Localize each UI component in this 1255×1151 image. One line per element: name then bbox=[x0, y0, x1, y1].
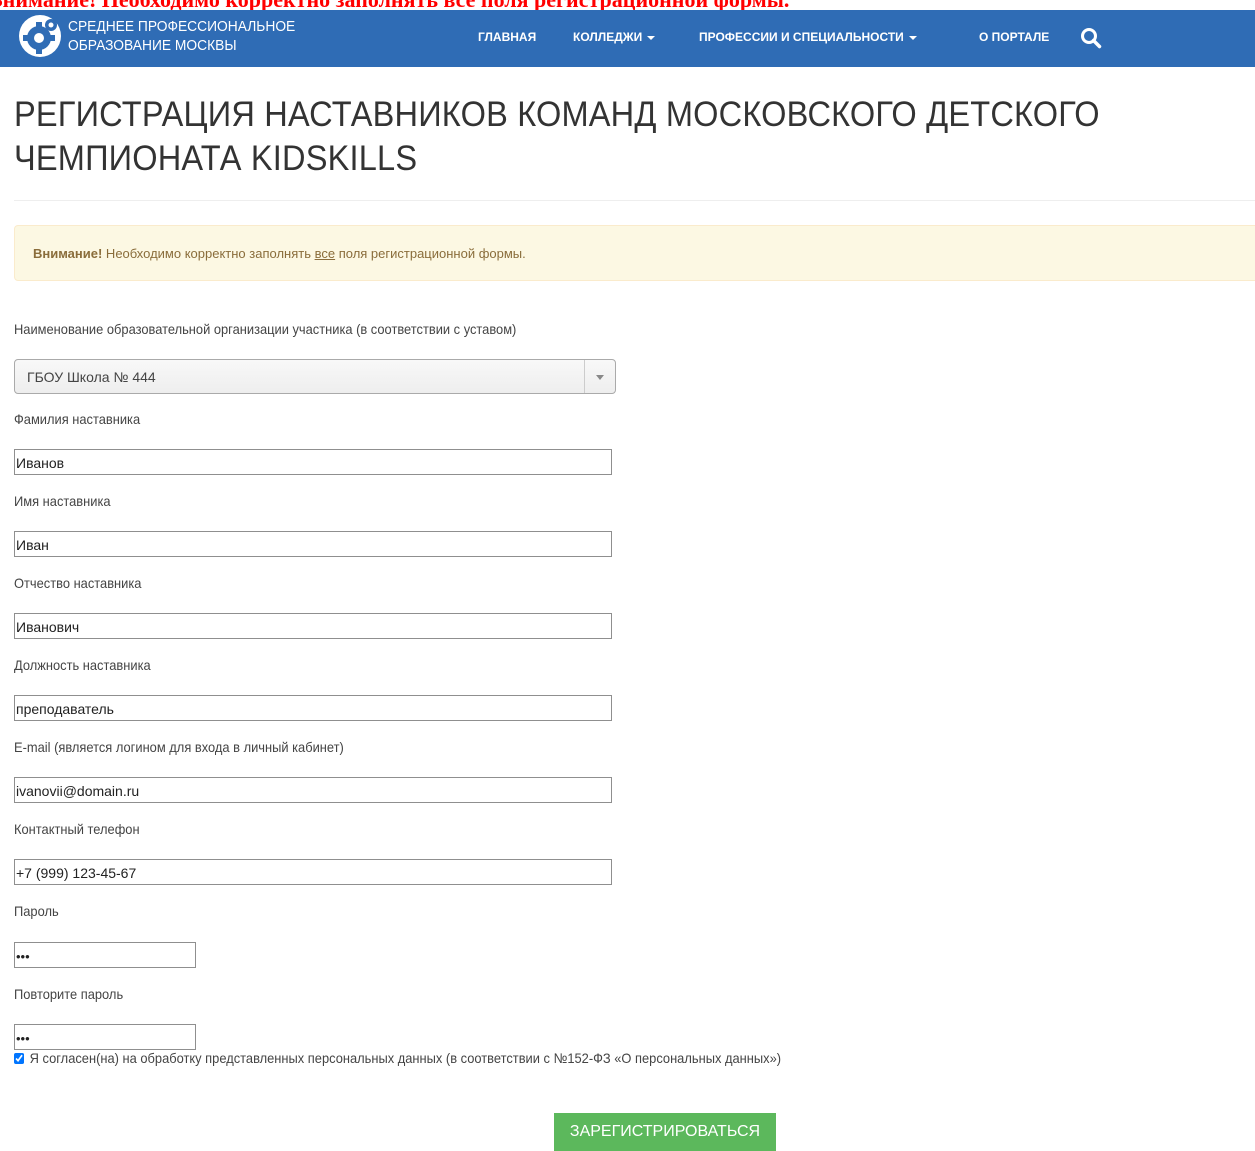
first-name-field[interactable] bbox=[14, 531, 612, 557]
register-button[interactable]: ЗАРЕГИСТРИРОВАТЬСЯ bbox=[554, 1113, 776, 1151]
search-icon[interactable] bbox=[1080, 27, 1102, 49]
nav-item-professions-label: ПРОФЕССИИ И СПЕЦИАЛЬНОСТИ bbox=[699, 30, 904, 44]
organization-label: Наименование образовательной организации… bbox=[14, 321, 517, 337]
nav-item-home-label: ГЛАВНАЯ bbox=[478, 30, 537, 44]
password-repeat-field[interactable] bbox=[14, 1024, 196, 1050]
alert-strong: Внимание! bbox=[33, 246, 103, 261]
chevron-down-icon bbox=[647, 35, 656, 40]
password-repeat-label: Повторите пароль bbox=[14, 986, 124, 1002]
password-field[interactable] bbox=[14, 942, 196, 968]
phone-label: Контактный телефон bbox=[14, 821, 140, 837]
nav-item-about-label: О ПОРТАЛЕ bbox=[979, 30, 1050, 44]
first-name-label: Имя наставника bbox=[14, 493, 111, 509]
brand-title: СРЕДНЕЕ ПРОФЕССИОНАЛЬНОЕ ОБРАЗОВАНИЕ МОС… bbox=[68, 17, 295, 55]
email-field[interactable] bbox=[14, 777, 612, 803]
nav-item-professions[interactable]: ПРОФЕССИИ И СПЕЦИАЛЬНОСТИ bbox=[699, 30, 917, 44]
nav-item-colleges[interactable]: КОЛЛЕДЖИ bbox=[573, 30, 656, 44]
position-label: Должность наставника bbox=[14, 657, 151, 673]
alert-text-before: Необходимо корректно заполнять bbox=[102, 246, 315, 261]
alert-underlined: все bbox=[314, 246, 336, 261]
alert-text-after: поля регистрационной формы. bbox=[335, 246, 526, 261]
organization-select[interactable]: ГБОУ Школа № 444 bbox=[14, 359, 616, 394]
organization-select-value: ГБОУ Школа № 444 bbox=[27, 369, 156, 385]
nav-item-colleges-label: КОЛЛЕДЖИ bbox=[573, 30, 643, 44]
chevron-down-icon[interactable] bbox=[584, 360, 615, 393]
brand-line-1: СРЕДНЕЕ ПРОФЕССИОНАЛЬНОЕ bbox=[68, 18, 296, 35]
last-name-label: Фамилия наставника bbox=[14, 411, 141, 427]
warning-alert: Внимание! Необходимо корректно заполнять… bbox=[14, 225, 1255, 281]
middle-name-field[interactable] bbox=[14, 613, 612, 639]
email-label: E-mail (является логином для входа в лич… bbox=[14, 739, 344, 755]
brand-line-2: ОБРАЗОВАНИЕ МОСКВЫ bbox=[68, 37, 237, 54]
consent-checkbox[interactable] bbox=[14, 1052, 25, 1064]
last-name-field[interactable] bbox=[14, 449, 612, 475]
nav-item-home[interactable]: ГЛАВНАЯ bbox=[478, 30, 536, 44]
warning-banner: Внимание! Необходимо корректно заполнять… bbox=[0, 0, 1255, 10]
page-title: РЕГИСТРАЦИЯ НАСТАВНИКОВ КОМАНД МОСКОВСКО… bbox=[14, 95, 1100, 178]
nav-item-about[interactable]: О ПОРТАЛЕ bbox=[979, 30, 1049, 44]
chevron-down-icon bbox=[908, 35, 917, 40]
consent-checkbox-row[interactable]: Я согласен(на) на обработку представленн… bbox=[14, 1050, 781, 1066]
navbar: СРЕДНЕЕ ПРОФЕССИОНАЛЬНОЕ ОБРАЗОВАНИЕ МОС… bbox=[0, 10, 1255, 67]
gears-logo-icon bbox=[19, 15, 61, 57]
phone-field[interactable] bbox=[14, 859, 612, 885]
divider bbox=[14, 200, 1255, 201]
warning-banner-text: Внимание! Необходимо корректно заполнять… bbox=[0, 0, 789, 10]
position-field[interactable] bbox=[14, 695, 612, 721]
middle-name-label: Отчество наставника bbox=[14, 575, 142, 591]
brand-logo-link[interactable]: СРЕДНЕЕ ПРОФЕССИОНАЛЬНОЕ ОБРАЗОВАНИЕ МОС… bbox=[18, 12, 315, 60]
consent-label: Я согласен(на) на обработку представленн… bbox=[29, 1050, 782, 1066]
password-label: Пароль bbox=[14, 903, 59, 919]
